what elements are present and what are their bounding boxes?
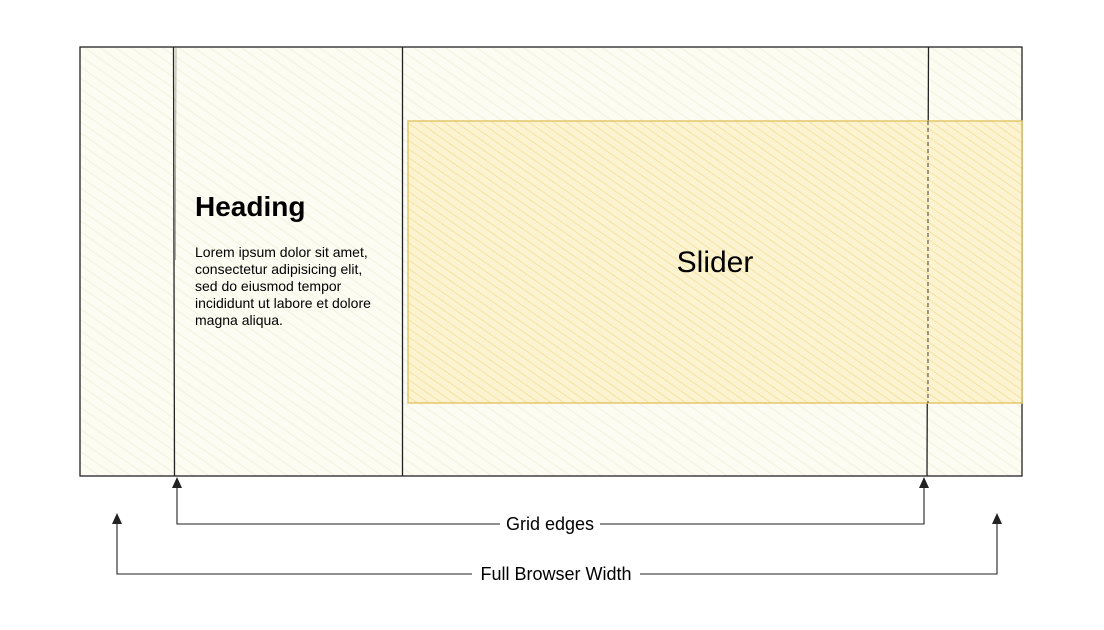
full-width-label: Full Browser Width	[480, 564, 631, 584]
body-line: magna aliqua.	[195, 312, 283, 328]
grid-edges-label: Grid edges	[506, 514, 594, 534]
heading-text: Heading	[195, 191, 305, 222]
arrow-up-icon	[992, 513, 1002, 524]
slider-label: Slider	[677, 246, 754, 279]
body-line: sed do eiusmod tempor	[195, 278, 342, 294]
body-line: incididunt ut labore et dolore	[195, 295, 371, 311]
arrow-up-icon	[112, 513, 122, 524]
arrow-up-icon	[172, 477, 182, 488]
layout-diagram: Heading Lorem ipsum dolor sit amet, cons…	[79, 46, 1023, 586]
arrow-up-icon	[919, 477, 929, 488]
body-line: consectetur adipisicing elit,	[195, 261, 362, 277]
body-line: Lorem ipsum dolor sit amet,	[195, 244, 368, 260]
